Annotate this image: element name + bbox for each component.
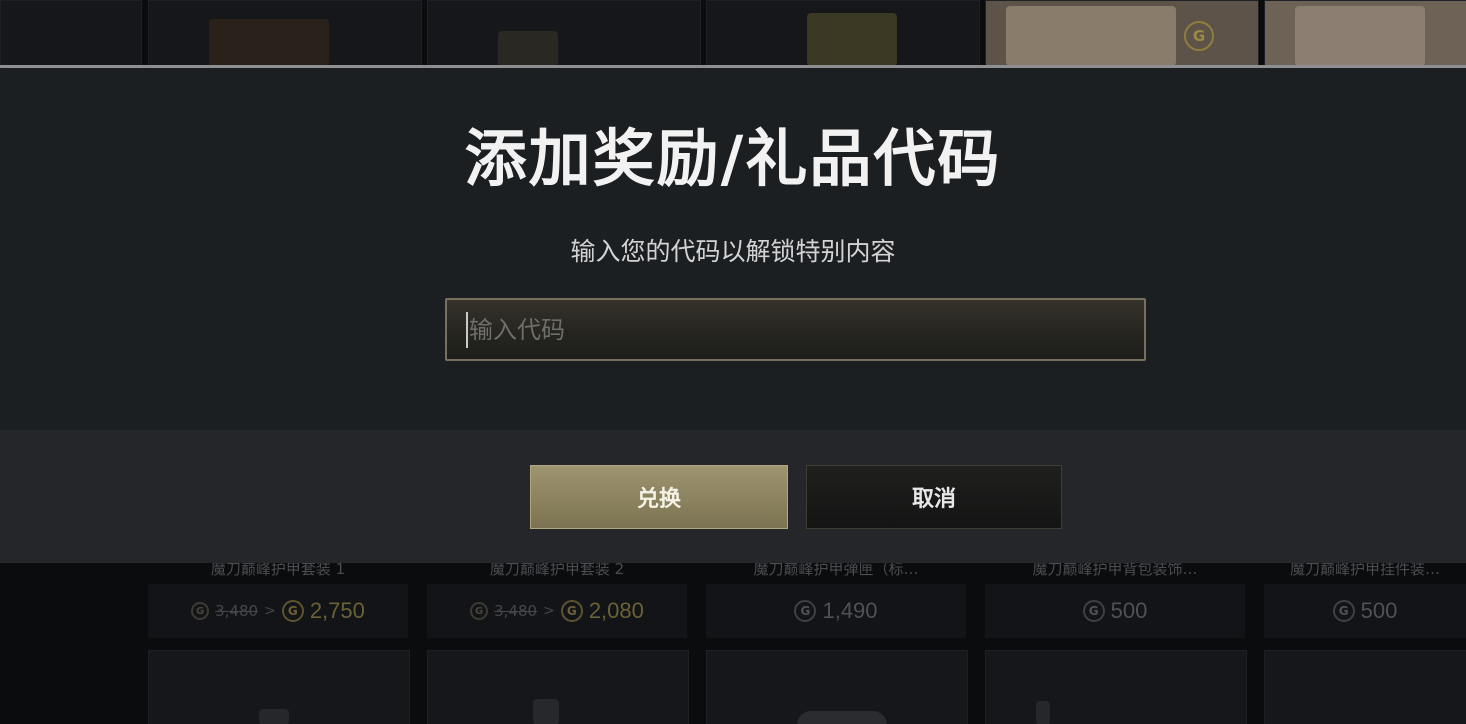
text-caret <box>466 312 468 348</box>
coin-icon: G <box>1332 600 1355 622</box>
original-price: 3,480 <box>215 602 259 620</box>
item-thumbnail <box>1006 6 1176 66</box>
sale-price: 2,080 <box>588 598 644 623</box>
price-tag[interactable]: G 500 <box>985 584 1245 638</box>
redeem-code-dialog: 添加奖励/礼品代码 输入您的代码以解锁特别内容 兑换 取消 <box>0 65 1466 563</box>
store-card[interactable] <box>706 650 968 724</box>
code-input[interactable] <box>445 298 1146 361</box>
price-tag[interactable]: G 500 <box>1264 584 1466 638</box>
item-thumbnail <box>1036 701 1050 724</box>
discount-arrow: > <box>543 603 555 619</box>
dialog-footer: 兑换 取消 <box>0 430 1466 563</box>
store-card[interactable]: G <box>985 0 1259 67</box>
store-card[interactable] <box>427 650 689 724</box>
item-price: 1,490 <box>822 598 878 623</box>
store-card[interactable] <box>0 0 142 67</box>
dialog-subtitle: 输入您的代码以解锁特别内容 <box>570 237 896 266</box>
item-thumbnail <box>797 711 887 724</box>
coin-icon: G <box>470 602 489 620</box>
store-card[interactable] <box>148 650 410 724</box>
price-tag[interactable]: G 3,480 > G 2,080 <box>427 584 687 638</box>
cancel-button[interactable]: 取消 <box>806 465 1062 529</box>
store-card[interactable] <box>1264 650 1466 724</box>
item-thumbnail <box>533 699 559 724</box>
store-card[interactable] <box>985 650 1247 724</box>
dialog-title: 添加奖励/礼品代码 <box>464 122 1002 195</box>
item-thumbnail <box>807 13 897 66</box>
price-tag[interactable]: G 3,480 > G 2,750 <box>148 584 408 638</box>
item-price: 500 <box>1360 598 1398 623</box>
price-tag[interactable]: G 1,490 <box>706 584 966 638</box>
sale-price: 2,750 <box>309 598 365 623</box>
store-card[interactable] <box>1264 0 1466 67</box>
store-card[interactable] <box>148 0 422 67</box>
store-screen: G 魔刀巅峰护甲套装 1 魔刀巅峰护甲套装 2 魔刀巅峰护甲弹匣（标… 魔刀巅峰… <box>0 0 1466 724</box>
coin-icon: G <box>794 600 817 622</box>
item-thumbnail <box>259 709 289 724</box>
coin-icon: G <box>560 600 583 622</box>
discount-arrow: > <box>264 603 276 619</box>
coin-icon: G <box>1082 600 1105 622</box>
item-price: 500 <box>1110 598 1148 623</box>
coin-icon: G <box>191 602 210 620</box>
redeem-button[interactable]: 兑换 <box>530 465 788 529</box>
item-thumbnail <box>209 19 329 66</box>
coin-icon: G <box>1184 21 1214 51</box>
store-card[interactable] <box>427 0 701 67</box>
item-thumbnail <box>1295 6 1425 66</box>
coin-icon: G <box>281 600 304 622</box>
original-price: 3,480 <box>494 602 538 620</box>
item-thumbnail <box>498 31 558 66</box>
store-card[interactable] <box>706 0 980 67</box>
